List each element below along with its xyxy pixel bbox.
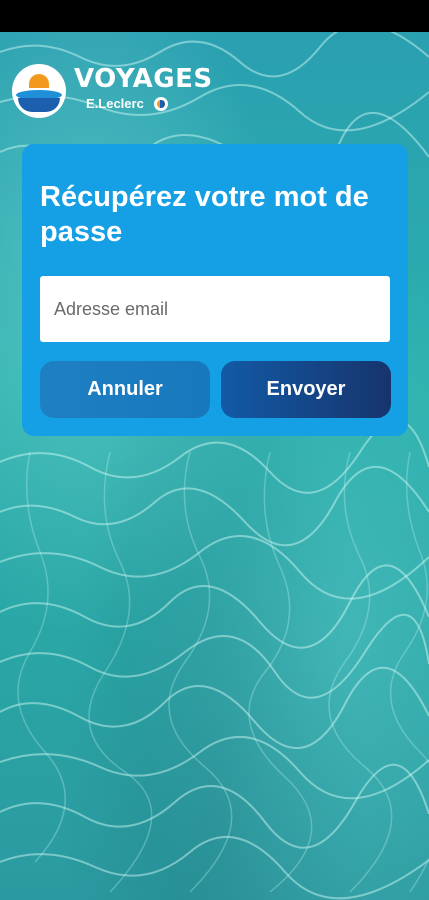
password-recovery-card: Récupérez votre mot de passe Annuler Env… (22, 144, 408, 436)
cancel-button[interactable]: Annuler (40, 361, 210, 418)
status-bar (0, 0, 429, 32)
brand-logo: VOYAGES E.Leclerc (12, 62, 232, 118)
brand-title: VOYAGES (74, 64, 213, 94)
send-button[interactable]: Envoyer (221, 361, 391, 418)
page-title: Récupérez votre mot de passe (40, 181, 369, 248)
brand-subtitle: E.Leclerc (86, 96, 144, 111)
voyages-logo-icon (12, 64, 66, 118)
email-field[interactable] (40, 276, 390, 342)
leclerc-badge-icon (154, 97, 168, 111)
